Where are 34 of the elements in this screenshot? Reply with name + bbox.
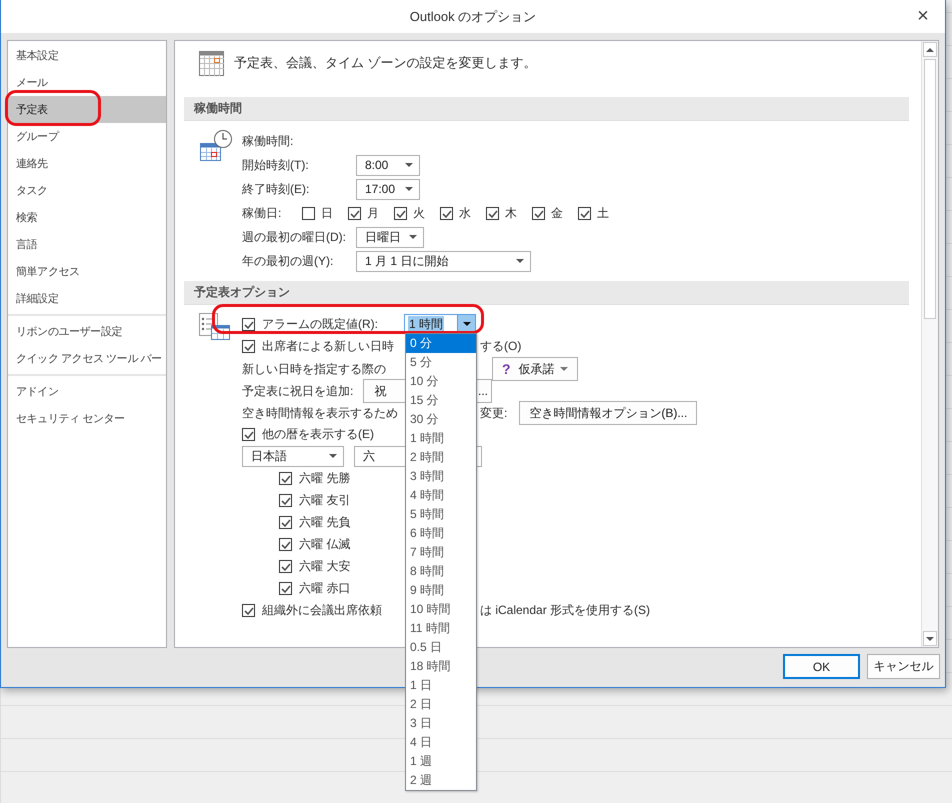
checkbox-label: 六曜 先負	[299, 514, 350, 530]
field-label: 週の最初の曜日(D):	[242, 228, 347, 246]
checkbox-label: 火	[413, 204, 425, 222]
checkbox-label: 六曜 先勝	[299, 470, 350, 486]
field-label: 開始時刻(T):	[242, 156, 310, 174]
checkbox-label: 他の暦を表示する(E)	[262, 426, 374, 442]
page-description: 予定表、会議、タイム ゾーンの設定を変更します。	[234, 54, 537, 72]
question-icon: ?	[502, 361, 511, 377]
checkbox-label: する(O)	[480, 338, 522, 354]
section-heading: 稼働時間	[194, 100, 242, 117]
checkbox-label: アラームの既定値(R):	[262, 316, 378, 332]
checkbox-label: 六曜 友引	[299, 492, 350, 508]
checkbox-label: 六曜 赤口	[299, 580, 350, 596]
section-heading: 予定表オプション	[194, 284, 290, 301]
checkbox-label: 木	[505, 204, 517, 222]
checkbox-label: 水	[459, 204, 471, 222]
field-label: 稼働日:	[242, 204, 282, 222]
field-label: 稼働時間:	[242, 132, 294, 150]
checkbox-label: 日	[321, 204, 333, 222]
checkbox-label: は iCalendar 形式を使用する(S)	[480, 602, 650, 618]
checkbox-label: 金	[551, 204, 563, 222]
checkbox-label: 六曜 大安	[299, 558, 350, 574]
field-label: 新しい日時を指定する際の	[242, 360, 386, 378]
field-label: 変更:	[480, 404, 508, 422]
field-label: 終了時刻(E):	[242, 180, 310, 198]
field-label: 空き時間情報を表示するため	[242, 404, 398, 422]
checkbox-label: 土	[597, 204, 609, 222]
checkbox-label: 組織外に会議出席依頼	[262, 602, 382, 618]
checkbox-label: 六曜 仏滅	[299, 536, 350, 552]
field-label: 予定表に祝日を追加:	[242, 382, 354, 400]
checkbox-label: 出席者による新しい日時	[262, 338, 394, 354]
window-title: Outlook のオプション	[410, 8, 536, 26]
field-label: 年の最初の週(Y):	[242, 252, 334, 270]
checkbox-label: 月	[367, 204, 379, 222]
